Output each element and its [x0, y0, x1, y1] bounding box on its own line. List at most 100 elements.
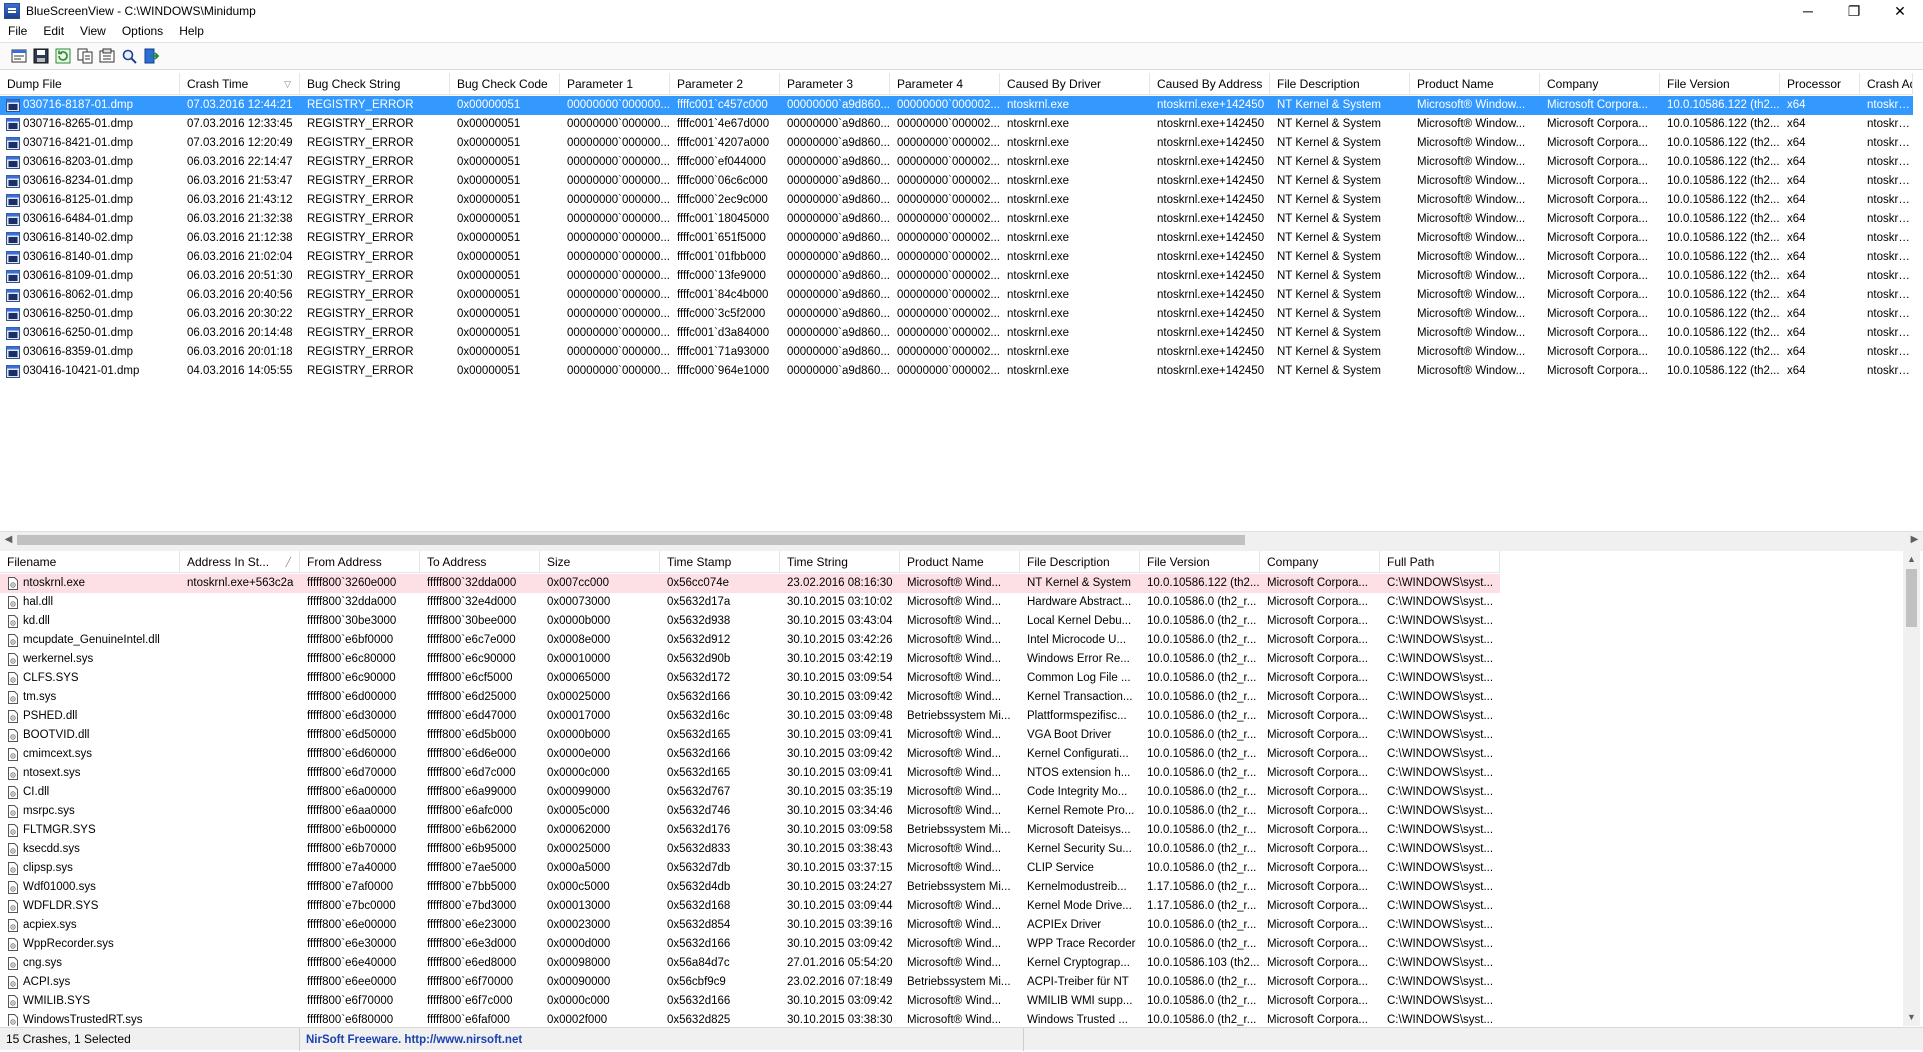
driver-cell [180, 688, 300, 707]
col-parameter-2[interactable]: Parameter 2 [670, 73, 780, 95]
crash-row[interactable]: 030616-8062-01.dmp 06.03.2016 20:40:56 REG… [0, 286, 1913, 305]
col-to-address[interactable]: To Address [420, 551, 540, 573]
col-time-stamp[interactable]: Time Stamp [660, 551, 780, 573]
crash-row[interactable]: 030616-6484-01.dmp 06.03.2016 21:32:38 REG… [0, 210, 1913, 229]
driver-row[interactable]: kd.dll fffff800`30be3000 fffff800`30bee000… [0, 612, 1500, 631]
driver-row[interactable]: WindowsTrustedRT.sys fffff800`e6f80000 fff… [0, 1011, 1500, 1026]
menu-edit[interactable]: Edit [35, 22, 72, 41]
col-caused-by-address[interactable]: Caused By Address [1150, 73, 1270, 95]
crash-row[interactable]: 030716-8421-01.dmp 07.03.2016 12:20:49 REG… [0, 134, 1913, 153]
find-button[interactable] [120, 47, 138, 65]
driver-list-vscrollbar[interactable]: ▲ ▼ [1903, 551, 1920, 1026]
driver-row[interactable]: WppRecorder.sys fffff800`e6e30000 fffff800… [0, 935, 1500, 954]
crash-list-hscrollbar[interactable]: ◀ ▶ [0, 531, 1923, 548]
menu-file[interactable]: File [0, 22, 35, 41]
driver-row[interactable]: ntosext.sys fffff800`e6d70000 fffff800`e6d… [0, 764, 1500, 783]
driver-cell-filename: hal.dll [0, 593, 180, 612]
driver-row[interactable]: msrpc.sys fffff800`e6aa0000 fffff800`e6afc… [0, 802, 1500, 821]
col-file-version[interactable]: File Version [1140, 551, 1260, 573]
crash-row[interactable]: 030616-8359-01.dmp 06.03.2016 20:01:18 REG… [0, 343, 1913, 362]
hscroll-thumb[interactable] [17, 535, 1245, 545]
scroll-up-icon[interactable]: ▲ [1903, 551, 1920, 568]
col-processor[interactable]: Processor [1780, 73, 1860, 95]
crash-row[interactable]: 030616-6250-01.dmp 06.03.2016 20:14:48 REG… [0, 324, 1913, 343]
col-crash-address[interactable]: Crash Addr [1860, 73, 1913, 95]
driver-cell: fffff800`e6f7c000 [427, 995, 513, 1007]
col-parameter-1[interactable]: Parameter 1 [560, 73, 670, 95]
driver-row[interactable]: acpiex.sys fffff800`e6e00000 fffff800`e6e2… [0, 916, 1500, 935]
save-button[interactable] [32, 47, 50, 65]
scroll-down-icon[interactable]: ▼ [1903, 1009, 1920, 1026]
maximize-button[interactable]: ❐ [1831, 0, 1877, 22]
col-size[interactable]: Size [540, 551, 660, 573]
driver-row[interactable]: werkernel.sys fffff800`e6c80000 fffff800`e… [0, 650, 1500, 669]
col-bug-check-code[interactable]: Bug Check Code [450, 73, 560, 95]
col-caused-by-driver[interactable]: Caused By Driver [1000, 73, 1150, 95]
driver-row[interactable]: ntoskrnl.exe ntoskrnl.exe+563c2a fffff800`… [0, 574, 1500, 593]
col-bug-check-string[interactable]: Bug Check String [300, 73, 450, 95]
col-from-address[interactable]: From Address [300, 551, 420, 573]
col-time-string[interactable]: Time String [780, 551, 900, 573]
col-address-in-stack[interactable]: Address In St... ╱ [180, 551, 300, 573]
crash-row[interactable]: 030616-8250-01.dmp 06.03.2016 20:30:22 REG… [0, 305, 1913, 324]
vscroll-thumb[interactable] [1906, 569, 1917, 627]
driver-cell: Kernel Configurati... [1027, 748, 1129, 760]
col-crash-time[interactable]: Crash Time ▽ [180, 73, 300, 95]
crash-row[interactable]: 030616-8109-01.dmp 06.03.2016 20:51:30 REG… [0, 267, 1913, 286]
crash-row[interactable]: 030616-8125-01.dmp 06.03.2016 21:43:12 REG… [0, 191, 1913, 210]
col-product-name[interactable]: Product Name [1410, 73, 1540, 95]
crash-row[interactable]: 030616-8140-02.dmp 06.03.2016 21:12:38 REG… [0, 229, 1913, 248]
scroll-left-icon[interactable]: ◀ [0, 532, 17, 549]
exit-button[interactable] [142, 47, 160, 65]
driver-row[interactable]: WDFLDR.SYS fffff800`e7bc0000 fffff800`e7bd… [0, 897, 1500, 916]
driver-row[interactable]: ksecdd.sys fffff800`e6b70000 fffff800`e6b9… [0, 840, 1500, 859]
crash-row[interactable]: 030616-8234-01.dmp 06.03.2016 21:53:47 REG… [0, 172, 1913, 191]
col-file-description[interactable]: File Description [1270, 73, 1410, 95]
close-button[interactable]: ✕ [1877, 0, 1923, 22]
crash-row[interactable]: 030616-8140-01.dmp 06.03.2016 21:02:04 REG… [0, 248, 1913, 267]
menu-view[interactable]: View [72, 22, 114, 41]
menu-options[interactable]: Options [114, 22, 171, 41]
driver-row[interactable]: Wdf01000.sys fffff800`e7af0000 fffff800`e7… [0, 878, 1500, 897]
refresh-button[interactable] [54, 47, 72, 65]
scroll-right-icon[interactable]: ▶ [1906, 532, 1923, 549]
driver-cell [180, 593, 300, 612]
driver-row[interactable]: hal.dll fffff800`32dda000 fffff800`32e4d00… [0, 593, 1500, 612]
menu-help[interactable]: Help [171, 22, 212, 41]
crash-cell: 00000000`000000... [567, 213, 670, 225]
driver-row[interactable]: BOOTVID.dll fffff800`e6d50000 fffff800`e6d… [0, 726, 1500, 745]
col-company[interactable]: Company [1540, 73, 1660, 95]
driver-row[interactable]: tm.sys fffff800`e6d00000 fffff800`e6d25000… [0, 688, 1500, 707]
driver-row[interactable]: cng.sys fffff800`e6e40000 fffff800`e6ed800… [0, 954, 1500, 973]
col-full-path[interactable]: Full Path [1380, 551, 1500, 573]
driver-cell-filename: ACPI.sys [0, 973, 180, 992]
col-file-description[interactable]: File Description [1020, 551, 1140, 573]
driver-row[interactable]: CLFS.SYS fffff800`e6c90000 fffff800`e6cf50… [0, 669, 1500, 688]
driver-row[interactable]: CI.dll fffff800`e6a00000 fffff800`e6a99000… [0, 783, 1500, 802]
driver-row[interactable]: cmimcext.sys fffff800`e6d60000 fffff800`e6… [0, 745, 1500, 764]
col-product-name[interactable]: Product Name [900, 551, 1020, 573]
driver-cell-text: WindowsTrustedRT.sys [23, 1014, 143, 1026]
col-filename[interactable]: Filename [0, 551, 180, 573]
col-file-version[interactable]: File Version [1660, 73, 1780, 95]
crash-row[interactable]: 030716-8265-01.dmp 07.03.2016 12:33:45 REG… [0, 115, 1913, 134]
driver-file-icon [6, 843, 20, 856]
crash-row[interactable]: 030616-8203-01.dmp 06.03.2016 22:14:47 REG… [0, 153, 1913, 172]
driver-row[interactable]: FLTMGR.SYS fffff800`e6b00000 fffff800`e6b6… [0, 821, 1500, 840]
minimize-button[interactable]: ─ [1785, 0, 1831, 22]
col-company[interactable]: Company [1260, 551, 1380, 573]
nirsoft-link[interactable]: NirSoft Freeware. http://www.nirsoft.net [306, 1034, 522, 1046]
driver-row[interactable]: WMILIB.SYS fffff800`e6f70000 fffff800`e6f7… [0, 992, 1500, 1011]
crash-row[interactable]: 030716-8187-01.dmp 07.03.2016 12:44:21 REG… [0, 96, 1913, 115]
col-parameter-3[interactable]: Parameter 3 [780, 73, 890, 95]
options-button[interactable] [98, 47, 116, 65]
properties-button[interactable] [10, 47, 28, 65]
copy-button[interactable] [76, 47, 94, 65]
col-dump-file[interactable]: Dump File [0, 73, 180, 95]
driver-row[interactable]: clipsp.sys fffff800`e7a40000 fffff800`e7ae… [0, 859, 1500, 878]
crash-row[interactable]: 030416-10421-01.dmp 04.03.2016 14:05:55 RE… [0, 362, 1913, 381]
driver-row[interactable]: ACPI.sys fffff800`e6ee0000 fffff800`e6f700… [0, 973, 1500, 992]
driver-row[interactable]: PSHED.dll fffff800`e6d30000 fffff800`e6d47… [0, 707, 1500, 726]
col-parameter-4[interactable]: Parameter 4 [890, 73, 1000, 95]
driver-row[interactable]: mcupdate_GenuineIntel.dll fffff800`e6bf00… [0, 631, 1500, 650]
